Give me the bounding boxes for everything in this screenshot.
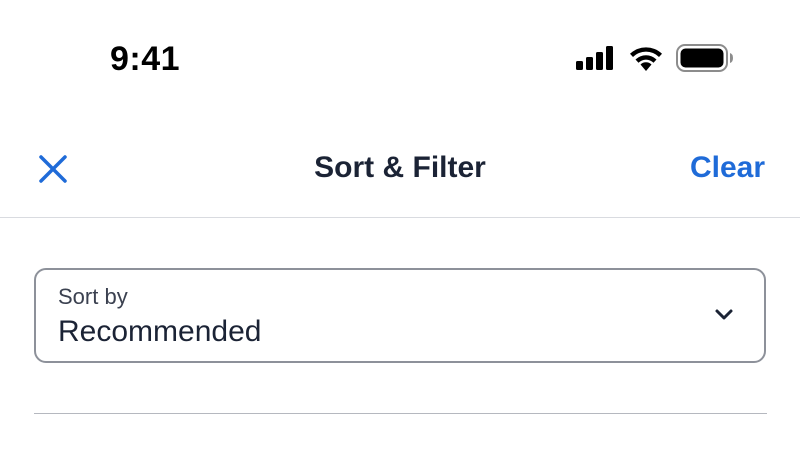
status-time: 9:41 — [110, 40, 181, 78]
sort-filter-screen: 9:41 Sort & Filter Clear Sort by Recomme… — [0, 0, 800, 450]
cellular-signal-icon — [576, 46, 616, 70]
close-button[interactable] — [36, 152, 70, 186]
clear-button[interactable]: Clear — [690, 151, 765, 185]
status-icons — [576, 44, 734, 72]
wifi-icon — [628, 45, 664, 71]
sort-by-select[interactable]: Sort by Recommended — [34, 268, 766, 363]
page-title: Sort & Filter — [314, 151, 486, 184]
close-icon — [39, 155, 67, 183]
battery-icon — [676, 44, 734, 72]
sort-by-label: Sort by — [58, 284, 128, 309]
sort-by-value: Recommended — [58, 315, 262, 348]
nav-header: Sort & Filter Clear — [0, 120, 800, 218]
section-divider — [34, 413, 767, 414]
chevron-down-icon — [714, 308, 734, 322]
